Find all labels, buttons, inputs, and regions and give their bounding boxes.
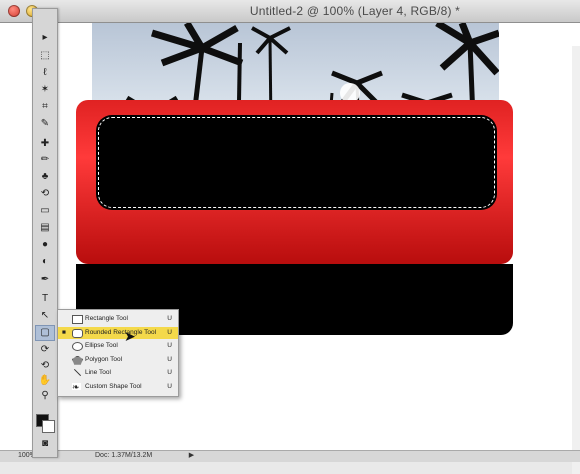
status-bar: 100% Doc: 1.37M/13.2M ▶ (0, 450, 580, 462)
document-info: Doc: 1.37M/13.2M (95, 452, 153, 459)
blur-tool[interactable]: ● (36, 238, 54, 252)
history-brush-tool[interactable]: ⟲ (36, 187, 54, 201)
flyout-item[interactable]: Line Tool U (58, 367, 178, 379)
pen-tool[interactable]: ✒ (36, 273, 54, 287)
flyout-item-label: Line Tool (85, 369, 111, 376)
magic-wand-tool[interactable]: ✶ (36, 83, 54, 97)
zoom-tool[interactable]: ⚲ (36, 389, 54, 403)
healing-tool[interactable]: ✚ (36, 137, 54, 151)
flyout-item-shortcut: U (167, 355, 172, 363)
flyout-item-label: Rounded Rectangle Tool (85, 328, 157, 336)
custom-shape-icon: ❧ (72, 381, 81, 392)
flyout-item[interactable]: Ellipse Tool U (58, 340, 178, 352)
close-window-button[interactable] (8, 5, 20, 17)
flyout-item[interactable]: Polygon Tool U (58, 354, 178, 366)
crop-tool[interactable]: ⌗ (36, 100, 54, 114)
vertical-scrollbar[interactable] (572, 46, 580, 474)
marquee-tool[interactable]: ⬚ (36, 49, 54, 63)
hand-tool[interactable]: ✋ (36, 374, 54, 388)
flyout-item-label: Rectangle Tool (85, 315, 128, 322)
rectangle-icon (72, 315, 83, 324)
shape-tool[interactable]: ▢ (35, 325, 55, 341)
flyout-item-label: Polygon Tool (85, 355, 123, 363)
shape-tool-flyout: Rectangle Tool U ■ Rounded Rectangle Tool U E… (57, 309, 179, 397)
stamp-tool[interactable]: ♣ (36, 170, 54, 184)
window-title: Untitled-2 @ 100% (Layer 4, RGB/8) * (249, 4, 461, 18)
3d-camera-tool[interactable]: ⟲ (36, 359, 54, 373)
type-tool[interactable]: T (36, 292, 54, 306)
brush-tool[interactable]: ✏ (36, 153, 54, 167)
status-menu-arrow[interactable]: ▶ (187, 451, 196, 461)
eraser-tool[interactable]: ▭ (36, 204, 54, 218)
tools-panel: ▸ ⬚ ℓ ✶ ⌗ ✎ ✚ ✏ ♣ ⟲ ▭ ▤ ● ◐ ✒ T ↖ ▢ ⟳ ⟲ ✋ ⚲ ◙ (32, 8, 58, 458)
flyout-item-shortcut: U (167, 369, 172, 376)
flyout-item[interactable]: ■ Rounded Rectangle Tool U (58, 326, 178, 339)
eyedropper-tool[interactable]: ✎ (36, 117, 54, 131)
ellipse-icon (72, 342, 83, 351)
flyout-item[interactable]: Rectangle Tool U (58, 313, 178, 325)
3d-tool[interactable]: ⟳ (36, 343, 54, 357)
flyout-item-shortcut: U (167, 315, 172, 322)
rounded-rect-selection[interactable] (96, 115, 497, 210)
flyout-item[interactable]: ❧ Custom Shape Tool U (58, 381, 178, 393)
quick-mask-icon[interactable]: ◙ (36, 437, 54, 451)
lasso-tool[interactable]: ℓ (36, 66, 54, 80)
line-icon (72, 369, 81, 376)
polygon-icon (72, 355, 83, 365)
move-tool[interactable]: ▸ (36, 31, 54, 45)
flyout-item-shortcut: U (167, 382, 172, 390)
flyout-item-label: Custom Shape Tool (85, 382, 142, 390)
flyout-item-shortcut: U (167, 328, 172, 336)
gradient-tool[interactable]: ▤ (36, 221, 54, 235)
flyout-item-shortcut: U (167, 342, 172, 349)
mouse-cursor-icon: ➤ (124, 328, 136, 344)
flyout-item-label: Ellipse Tool (85, 342, 118, 349)
rounded-rectangle-icon (72, 328, 83, 338)
current-tool-marker-icon: ■ (62, 328, 66, 336)
title-bar: Untitled-2 @ 100% (Layer 4, RGB/8) * (0, 0, 580, 23)
dodge-tool[interactable]: ◐ (36, 255, 54, 269)
background-color-swatch[interactable] (42, 420, 55, 433)
path-select-tool[interactable]: ↖ (36, 309, 54, 323)
